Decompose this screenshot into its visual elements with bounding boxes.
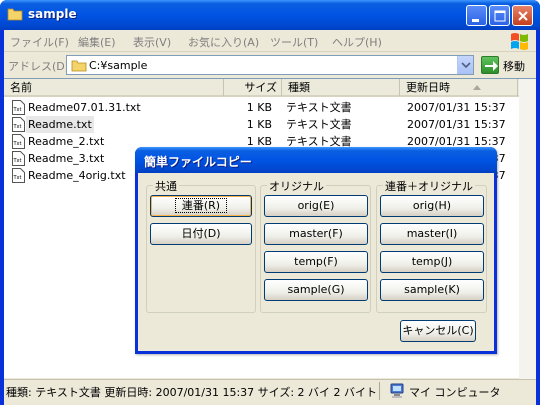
- serial-master-button[interactable]: master(I): [380, 223, 484, 245]
- minimize-icon: [472, 19, 479, 22]
- go-button[interactable]: [481, 56, 499, 74]
- group-common: 共通 連番(R) 日付(D): [146, 178, 256, 313]
- text-file-icon: Txt: [12, 117, 25, 132]
- file-row[interactable]: Txt Readme.txt 1 KB テキスト文書 2007/01/31 15:37: [4, 116, 536, 133]
- menu-bar: ファイル(F) 編集(E) 表示(V) お気に入り(A) ツール(T) ヘルプ(…: [4, 30, 536, 52]
- svg-text:Txt: Txt: [13, 158, 22, 164]
- group-serial-original: 連番＋オリジナル orig(H) master(I) temp(J) sampl…: [376, 178, 487, 313]
- date-button[interactable]: 日付(D): [150, 223, 252, 245]
- serial-temp-button[interactable]: temp(J): [380, 251, 484, 273]
- maximize-button[interactable]: [489, 5, 510, 26]
- temp-button[interactable]: temp(F): [264, 251, 368, 273]
- column-name[interactable]: 名前: [4, 79, 224, 96]
- text-file-icon: Txt: [12, 134, 25, 149]
- menu-help[interactable]: ヘルプ(H): [332, 34, 382, 50]
- address-dropdown-button[interactable]: [457, 56, 473, 74]
- column-date-label: 更新日時: [406, 81, 450, 94]
- copy-dialog: 簡単ファイルコピー 共通 連番(R) 日付(D) オリジナル orig(E) m…: [135, 147, 497, 354]
- text-file-icon: Txt: [12, 168, 25, 183]
- sort-ascending-icon: [473, 85, 481, 90]
- menu-view[interactable]: 表示(V): [133, 34, 171, 50]
- file-name: Readme07.01.31.txt: [28, 101, 141, 114]
- close-button[interactable]: [512, 5, 533, 26]
- column-date[interactable]: 更新日時: [400, 79, 518, 96]
- file-size: 1 KB: [246, 101, 272, 114]
- status-divider: [379, 382, 380, 400]
- file-name: Readme_2.txt: [28, 135, 105, 148]
- group-original-label: オリジナル: [267, 178, 326, 194]
- file-name: Readme_4orig.txt: [28, 169, 126, 182]
- close-icon: [518, 11, 528, 21]
- file-name: Readme_3.txt: [28, 152, 105, 165]
- menu-favorites[interactable]: お気に入り(A): [188, 34, 259, 50]
- status-location: マイ コンピュータ: [409, 386, 501, 399]
- file-type: テキスト文書: [286, 101, 352, 114]
- dialog-body: 共通 連番(R) 日付(D) オリジナル orig(E) master(F) t…: [138, 173, 494, 351]
- title-bar[interactable]: sample: [0, 0, 540, 30]
- address-label: アドレス(D): [8, 60, 70, 73]
- orig-button[interactable]: orig(E): [264, 195, 368, 217]
- file-size: 1 KB: [246, 118, 272, 131]
- vertical-scrollbar[interactable]: [519, 79, 536, 379]
- maximize-icon: [494, 10, 506, 22]
- dialog-title-bar[interactable]: 簡単ファイルコピー: [135, 147, 497, 173]
- text-file-icon: Txt: [12, 151, 25, 166]
- status-text: 種類: テキスト文書 更新日時: 2007/01/31 15:37 サイズ: 2…: [6, 386, 378, 399]
- address-bar: アドレス(D) C:¥sample 移動: [4, 53, 536, 77]
- file-date: 2007/01/31 15:37: [407, 101, 506, 114]
- menu-tools[interactable]: ツール(T): [270, 34, 318, 50]
- svg-text:Txt: Txt: [13, 124, 22, 130]
- serial-button-label: 連番(R): [174, 198, 228, 213]
- file-row[interactable]: Txt Readme07.01.31.txt 1 KB テキスト文書 2007/01/3…: [4, 99, 536, 116]
- column-size[interactable]: サイズ: [224, 79, 282, 96]
- file-date: 2007/01/31 15:37: [407, 118, 506, 131]
- dialog-title: 簡単ファイルコピー: [144, 155, 252, 169]
- group-original: オリジナル orig(E) master(F) temp(F) sample(G…: [260, 178, 371, 313]
- folder-icon: [7, 8, 23, 21]
- address-value: C:¥sample: [89, 59, 148, 72]
- column-type[interactable]: 種類: [282, 79, 400, 96]
- serial-orig-button[interactable]: orig(H): [380, 195, 484, 217]
- text-file-icon: Txt: [12, 100, 25, 115]
- group-common-label: 共通: [153, 178, 179, 194]
- serial-sample-button[interactable]: sample(K): [380, 279, 484, 301]
- windows-logo-icon: [511, 33, 528, 50]
- file-name: Readme.txt: [26, 116, 94, 133]
- cancel-button[interactable]: キャンセル(C): [400, 320, 476, 342]
- sample-button[interactable]: sample(G): [264, 279, 368, 301]
- group-serial-original-label: 連番＋オリジナル: [383, 178, 475, 194]
- svg-text:Txt: Txt: [13, 107, 22, 113]
- go-label[interactable]: 移動: [503, 58, 525, 74]
- folder-icon: [71, 60, 87, 72]
- menu-edit[interactable]: 編集(E): [78, 34, 116, 50]
- list-header: 名前 サイズ 種類 更新日時: [4, 79, 536, 97]
- my-computer-icon: [390, 383, 404, 398]
- minimize-button[interactable]: [466, 5, 487, 26]
- svg-text:Txt: Txt: [13, 141, 22, 147]
- file-type: テキスト文書: [286, 118, 352, 131]
- svg-text:Txt: Txt: [13, 175, 22, 181]
- arrow-right-icon: [485, 61, 498, 71]
- serial-button[interactable]: 連番(R): [150, 195, 252, 217]
- chevron-down-icon: [461, 62, 471, 69]
- status-bar: 種類: テキスト文書 更新日時: 2007/01/31 15:37 サイズ: 2…: [4, 379, 536, 401]
- address-input[interactable]: C:¥sample: [66, 55, 474, 75]
- master-button[interactable]: master(F): [264, 223, 368, 245]
- window-title: sample: [28, 7, 77, 21]
- menu-file[interactable]: ファイル(F): [10, 34, 69, 50]
